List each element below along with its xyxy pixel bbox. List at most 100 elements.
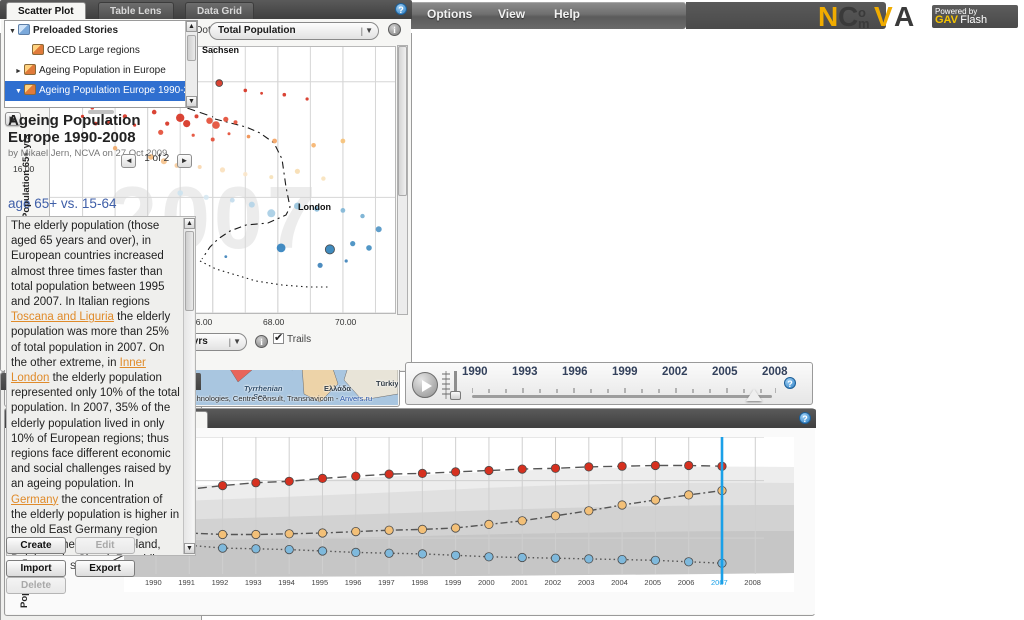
time-graph-point-liguria-2000[interactable] bbox=[484, 465, 494, 476]
time-graph-point-liguria-1993[interactable] bbox=[251, 478, 261, 488]
time-graph-point-london-2006[interactable] bbox=[684, 557, 694, 567]
scatter-point-53[interactable] bbox=[267, 209, 276, 218]
scatter-point-29[interactable] bbox=[223, 116, 229, 122]
time-graph-point-liguria-1994[interactable] bbox=[284, 476, 294, 486]
time-graph-point-london-1998[interactable] bbox=[417, 549, 427, 559]
scatter-point-34[interactable] bbox=[227, 132, 231, 136]
scatter-point-64[interactable] bbox=[224, 255, 228, 258]
time-graph-point-sachsen-1998[interactable] bbox=[417, 524, 427, 535]
menu-item-help[interactable]: Help bbox=[554, 7, 580, 21]
story-prev-button[interactable]: ◄ bbox=[121, 154, 137, 168]
time-graph-point-london-2001[interactable] bbox=[517, 552, 527, 563]
dot-size-select[interactable]: Total Population | bbox=[209, 22, 379, 40]
timeline-help-icon[interactable]: ? bbox=[784, 377, 796, 389]
scatter-point-60[interactable] bbox=[350, 241, 356, 247]
time-graph-point-liguria-2004[interactable] bbox=[617, 461, 627, 471]
timeline-thumb[interactable] bbox=[746, 389, 762, 401]
time-graph-point-liguria-1998[interactable] bbox=[417, 468, 427, 479]
stories-tree[interactable]: ▼ Preloaded Stories OECD Large regions ► A… bbox=[4, 20, 198, 108]
time-graph-point-london-2002[interactable] bbox=[550, 553, 561, 563]
time-graph-point-liguria-1999[interactable] bbox=[450, 467, 461, 477]
time-graph-point-liguria-1997[interactable] bbox=[384, 469, 394, 479]
stories-tree-scrollbar[interactable]: ▲ ▼ bbox=[185, 21, 197, 107]
scatter-point-51[interactable] bbox=[229, 197, 235, 203]
scatter-point-38[interactable] bbox=[340, 138, 346, 144]
scatter-point-43[interactable] bbox=[197, 165, 202, 169]
time-graph-point-liguria-2003[interactable] bbox=[584, 462, 594, 472]
scatter-point-30[interactable] bbox=[233, 120, 238, 125]
time-graph-point-london-2000[interactable] bbox=[484, 552, 494, 562]
time-graph-point-london-2004[interactable] bbox=[617, 555, 627, 565]
scroll-down-icon[interactable]: ▼ bbox=[186, 96, 197, 107]
scatter-point-33[interactable] bbox=[210, 137, 215, 142]
tree-item-preloaded-stories[interactable]: ▼ Preloaded Stories bbox=[5, 21, 197, 41]
scatter-point-sachsen[interactable] bbox=[215, 79, 224, 87]
time-graph-point-sachsen-2000[interactable] bbox=[484, 519, 494, 530]
scatter-point-27[interactable] bbox=[206, 117, 213, 124]
story-body-scrollbar[interactable]: ▲ ▼ bbox=[183, 218, 195, 554]
time-graph-point-liguria-2006[interactable] bbox=[684, 460, 694, 471]
story-next-button[interactable]: ► bbox=[177, 154, 192, 168]
scatter-point-63[interactable] bbox=[344, 259, 348, 263]
play-button[interactable] bbox=[412, 372, 438, 398]
time-graph-point-liguria-2002[interactable] bbox=[550, 463, 561, 473]
scatter-point-52[interactable] bbox=[248, 201, 255, 208]
tab-data-grid[interactable]: Data Grid bbox=[185, 2, 255, 19]
scatter-point-61[interactable] bbox=[366, 245, 372, 251]
scatter-point-48[interactable] bbox=[321, 176, 326, 181]
scatter-help-icon[interactable]: ? bbox=[395, 3, 407, 15]
x-axis-info-icon[interactable]: i bbox=[255, 335, 268, 348]
story-link-germany[interactable]: Germany bbox=[11, 494, 58, 506]
speed-handle[interactable] bbox=[450, 391, 461, 400]
tree-item-oecd-large-regions[interactable]: OECD Large regions bbox=[5, 41, 197, 61]
scroll-up-icon[interactable]: ▲ bbox=[184, 218, 195, 229]
stories-tree-scroll-thumb[interactable] bbox=[187, 35, 196, 61]
dot-size-info-icon[interactable]: i bbox=[388, 23, 401, 36]
time-graph-point-london-1996[interactable] bbox=[351, 547, 361, 558]
time-graph-point-london-1992[interactable] bbox=[218, 543, 228, 553]
expand-triangle-icon[interactable]: ▼ bbox=[9, 25, 18, 39]
expand-triangle-icon[interactable]: ► bbox=[15, 65, 24, 79]
scroll-up-icon[interactable]: ▲ bbox=[186, 21, 197, 32]
time-graph-point-liguria-2005[interactable] bbox=[650, 460, 661, 471]
scatter-vertical-scrollbar[interactable] bbox=[397, 45, 408, 315]
scatter-point-46[interactable] bbox=[269, 175, 274, 180]
trails-toggle[interactable]: Trails bbox=[273, 331, 311, 345]
time-graph-point-london-1995[interactable] bbox=[317, 546, 328, 556]
time-graph-point-liguria-1995[interactable] bbox=[317, 473, 328, 484]
scatter-point-62[interactable] bbox=[317, 262, 323, 268]
time-graph-point-sachsen-1996[interactable] bbox=[351, 527, 361, 537]
scatter-point-12[interactable] bbox=[260, 91, 263, 95]
tab-scatter-plot[interactable]: Scatter Plot bbox=[6, 2, 86, 19]
time-graph-plot-area[interactable]: 24 16 1990199119921993199419951996199719… bbox=[124, 437, 794, 592]
time-graph-point-liguria-1992[interactable] bbox=[218, 480, 228, 491]
scatter-scrollbar-thumb[interactable] bbox=[398, 46, 407, 196]
scatter-point-45[interactable] bbox=[243, 172, 248, 177]
scatter-point-35[interactable] bbox=[246, 134, 251, 139]
scatter-point-11[interactable] bbox=[243, 88, 248, 93]
time-graph-point-sachsen-1995[interactable] bbox=[317, 528, 328, 538]
story-scroll-thumb[interactable] bbox=[185, 231, 194, 311]
scatter-point-28[interactable] bbox=[212, 121, 220, 129]
time-graph-point-sachsen-2006[interactable] bbox=[684, 490, 694, 500]
time-graph-point-london-2003[interactable] bbox=[584, 554, 594, 564]
expand-triangle-icon[interactable]: ▼ bbox=[15, 85, 24, 99]
scatter-point-59[interactable] bbox=[276, 243, 286, 253]
scatter-point-50[interactable] bbox=[203, 194, 209, 200]
trails-checkbox[interactable] bbox=[273, 331, 284, 344]
time-graph-point-sachsen-1994[interactable] bbox=[284, 529, 294, 539]
scatter-point-26[interactable] bbox=[194, 114, 199, 119]
menu-item-options[interactable]: Options bbox=[427, 7, 472, 21]
scatter-point-13[interactable] bbox=[282, 92, 287, 97]
scatter-point-36[interactable] bbox=[272, 138, 277, 144]
time-graph-point-sachsen-2004[interactable] bbox=[617, 500, 627, 510]
scatter-point-56[interactable] bbox=[340, 208, 346, 213]
scatter-point-58[interactable] bbox=[375, 226, 382, 233]
time-graph-point-sachsen-2002[interactable] bbox=[550, 511, 561, 521]
time-graph-point-liguria-2001[interactable] bbox=[517, 464, 527, 474]
map-attribution-link[interactable]: Anvers.ru bbox=[340, 394, 372, 403]
time-graph-point-london-1993[interactable] bbox=[251, 544, 261, 554]
import-button[interactable]: Import bbox=[6, 560, 66, 577]
time-graph-point-sachsen-1999[interactable] bbox=[450, 523, 461, 533]
time-graph-point-sachsen-2001[interactable] bbox=[517, 516, 527, 526]
